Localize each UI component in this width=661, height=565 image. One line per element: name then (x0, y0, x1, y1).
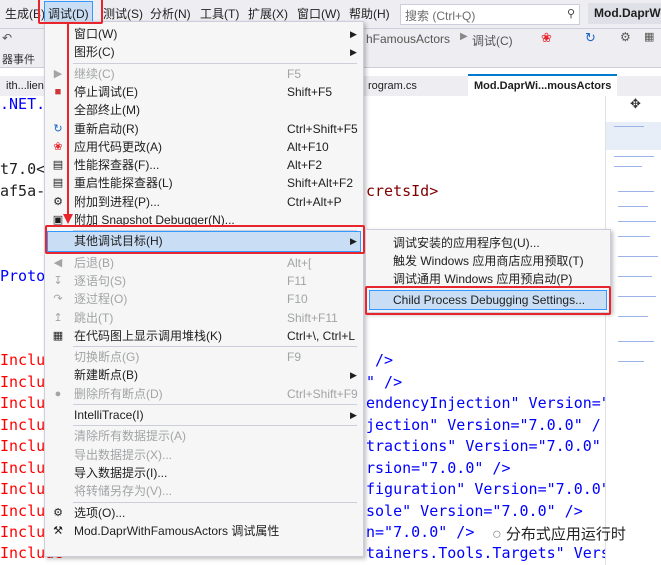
watermark: ○ 分布式应用运行时 (492, 521, 626, 549)
annotation-arrow (63, 22, 73, 224)
wechat-icon: ○ (492, 526, 502, 543)
watermark-text: 分布式应用运行时 (505, 526, 626, 543)
